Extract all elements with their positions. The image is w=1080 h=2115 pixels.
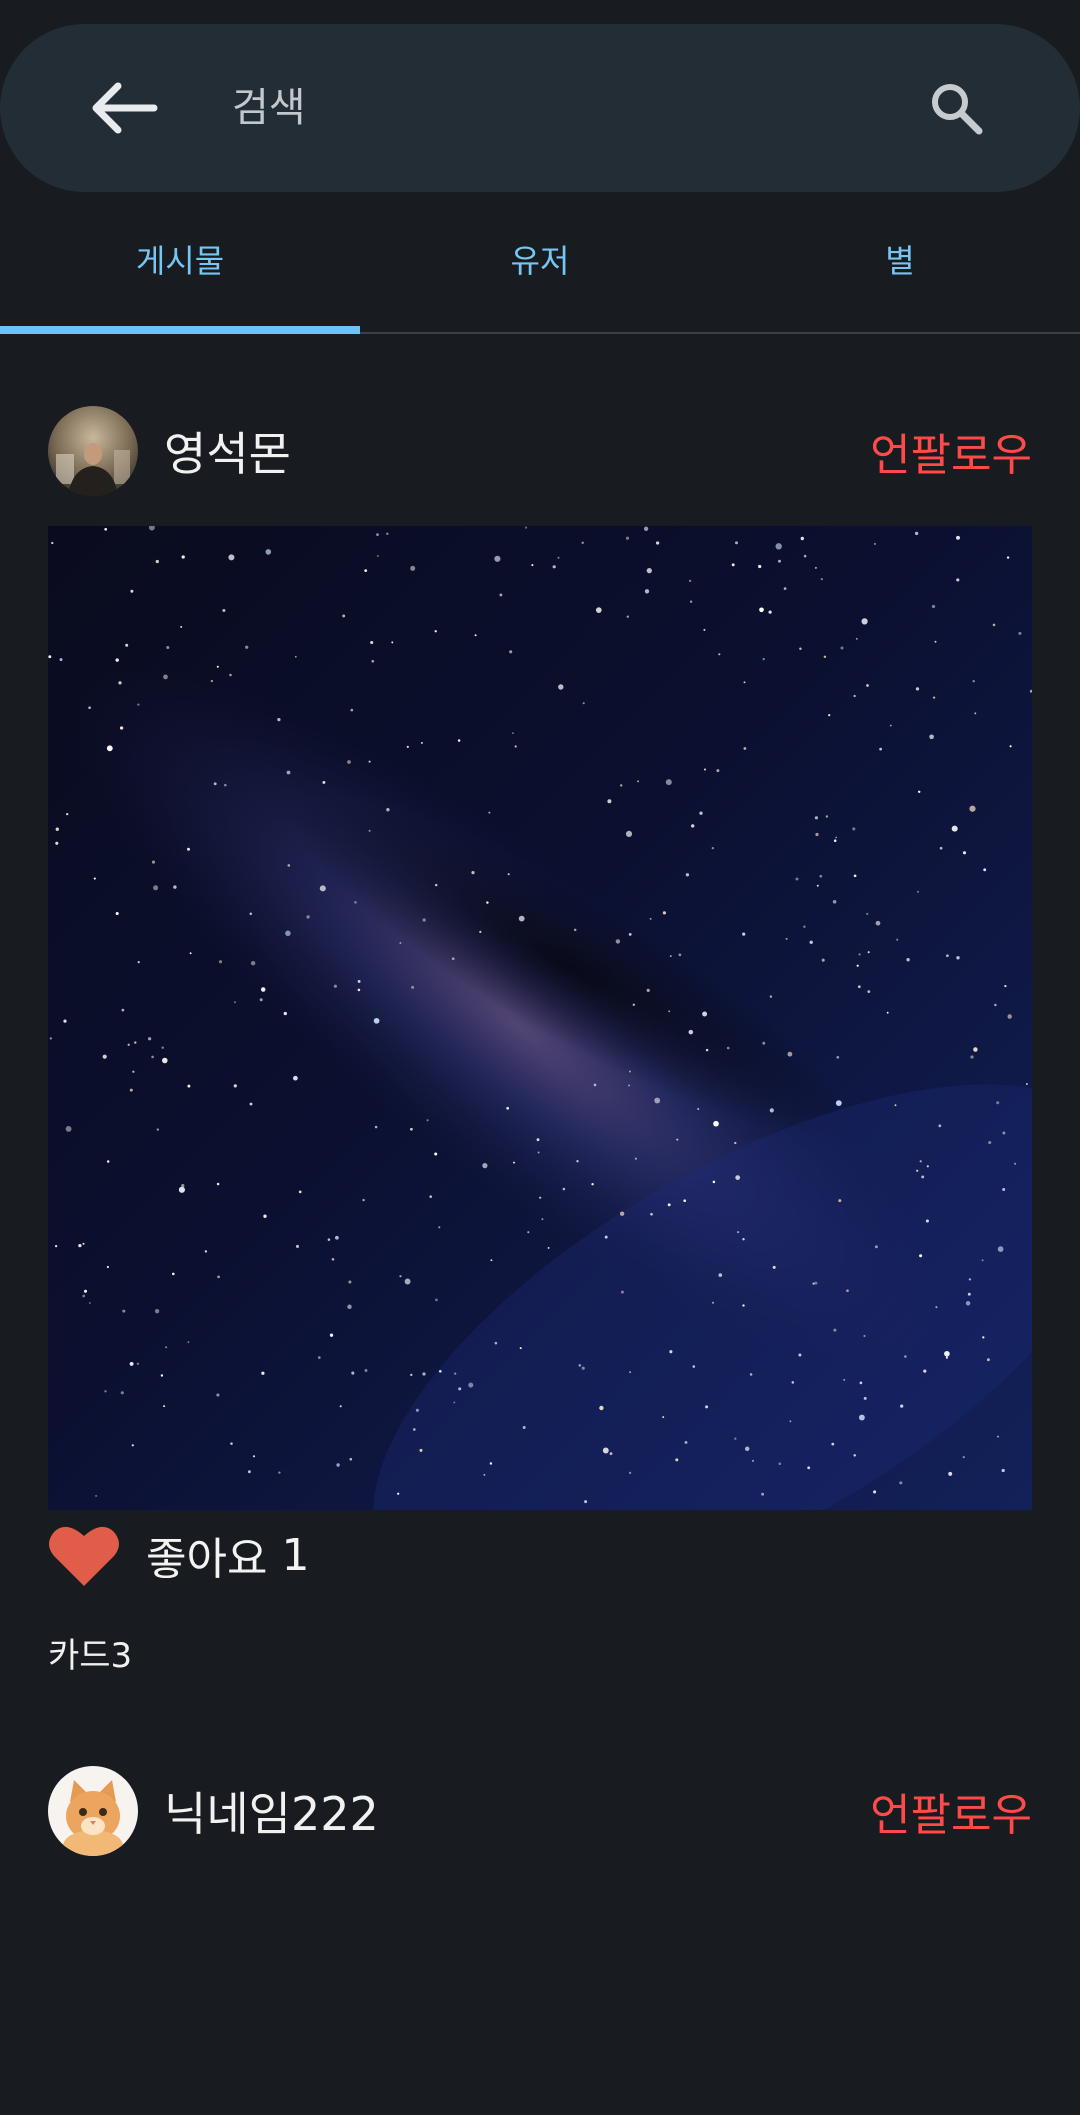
search-input[interactable] (232, 74, 872, 142)
username[interactable]: 닉네임222 (164, 1778, 870, 1844)
tab-posts[interactable]: 게시물 (0, 208, 360, 334)
like-count: 1 (281, 1529, 310, 1581)
like-label: 좋아요 (146, 1534, 268, 1585)
search-button[interactable] (912, 66, 1000, 150)
avatar[interactable] (48, 406, 138, 496)
unfollow-button[interactable]: 언팔로우 (870, 419, 1032, 483)
tab-label: 별 (885, 242, 915, 280)
post-caption: 카드3 (48, 1636, 133, 1676)
back-button[interactable] (78, 66, 168, 150)
night-sky-image (48, 526, 1032, 1510)
tab-label: 유저 (510, 242, 570, 280)
post-image[interactable] (48, 526, 1032, 1510)
arrow-left-icon (92, 82, 158, 134)
cat-photo-icon (48, 1766, 138, 1856)
search-bar (0, 24, 1080, 192)
avatar[interactable] (48, 1766, 138, 1856)
unfollow-button[interactable]: 언팔로우 (870, 1779, 1032, 1843)
username[interactable]: 영석몬 (164, 418, 870, 484)
post-header: 닉네임222 언팔로우 (48, 1765, 1032, 1857)
like-row: 좋아요 1 (48, 1518, 309, 1592)
post-header: 영석몬 언팔로우 (48, 405, 1032, 497)
profile-photo-icon (48, 406, 138, 496)
tab-stars[interactable]: 별 (720, 208, 1080, 332)
tab-label: 게시물 (135, 242, 225, 280)
heart-icon[interactable] (48, 1520, 120, 1590)
search-icon (932, 84, 983, 135)
tab-bar: 게시물 유저 별 (0, 208, 1080, 334)
tab-users[interactable]: 유저 (360, 208, 720, 332)
